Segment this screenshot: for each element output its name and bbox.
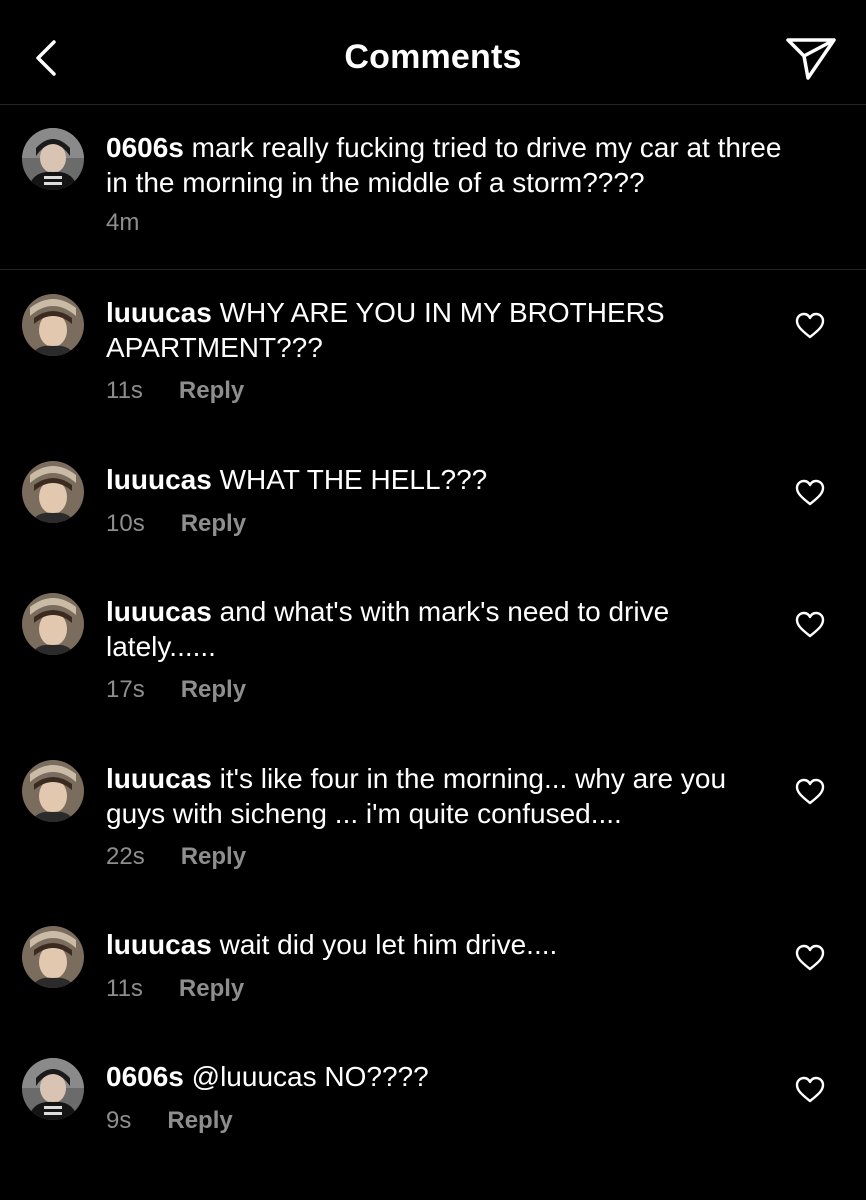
comment-text: luuucas WHY ARE YOU IN MY BROTHERS APART… xyxy=(106,295,746,365)
comment-text: luuucas and what's with mark's need to d… xyxy=(106,594,746,664)
caption-text: 0606s mark really fucking tried to drive… xyxy=(106,130,806,200)
comment-timestamp: 9s xyxy=(106,1107,132,1134)
avatar[interactable] xyxy=(22,593,84,655)
avatar[interactable] xyxy=(22,926,84,988)
comment-item: luuucas and what's with mark's need to d… xyxy=(0,569,866,729)
comment-body: WHAT THE HELL??? xyxy=(219,464,488,495)
comment-timestamp: 22s xyxy=(106,843,145,870)
comment-meta: 9s Reply xyxy=(106,1107,233,1135)
comment-meta: 10s Reply xyxy=(106,510,246,538)
comment-item: luuucas WHY ARE YOU IN MY BROTHERS APART… xyxy=(0,270,866,430)
comment-text: 0606s @luuucas NO???? xyxy=(106,1059,746,1094)
page-title: Comments xyxy=(344,38,522,76)
avatar[interactable] xyxy=(22,128,84,190)
comment-timestamp: 11s xyxy=(106,377,143,404)
comment-meta: 22s Reply xyxy=(106,843,246,871)
share-paper-plane-icon[interactable] xyxy=(784,34,838,82)
avatar[interactable] xyxy=(22,294,84,356)
comment-username[interactable]: luuucas xyxy=(106,929,212,960)
comment-timestamp: 10s xyxy=(106,510,145,537)
caption-timestamp: 4m xyxy=(106,209,140,236)
comment-username[interactable]: luuucas xyxy=(106,297,212,328)
comment-meta: 11s Reply xyxy=(106,975,244,1003)
caption-meta: 4m xyxy=(106,209,139,237)
like-heart-icon[interactable] xyxy=(795,312,825,340)
comment-timestamp: 17s xyxy=(106,676,145,703)
reply-button[interactable]: Reply xyxy=(181,510,246,538)
comment-item: luuucas WHAT THE HELL??? 10s Reply xyxy=(0,437,866,567)
comment-text: luuucas WHAT THE HELL??? xyxy=(106,462,746,497)
header-bar: Comments xyxy=(0,0,866,105)
comment-item: 0606s @luuucas NO???? 9s Reply xyxy=(0,1034,866,1164)
avatar[interactable] xyxy=(22,760,84,822)
comment-body: wait did you let him drive.... xyxy=(219,929,558,960)
like-heart-icon[interactable] xyxy=(795,611,825,639)
post-caption: 0606s mark really fucking tried to drive… xyxy=(0,105,866,270)
comment-username[interactable]: luuucas xyxy=(106,464,212,495)
comment-text: luuucas it's like four in the morning...… xyxy=(106,761,746,831)
comment-username[interactable]: luuucas xyxy=(106,763,212,794)
comment-meta: 17s Reply xyxy=(106,676,246,704)
reply-button[interactable]: Reply xyxy=(181,843,246,871)
caption-body: mark really fucking tried to drive my ca… xyxy=(106,132,782,198)
comment-meta: 11s Reply xyxy=(106,377,244,405)
avatar[interactable] xyxy=(22,1058,84,1120)
comment-item: luuucas it's like four in the morning...… xyxy=(0,736,866,896)
like-heart-icon[interactable] xyxy=(795,479,825,507)
comment-username[interactable]: 0606s xyxy=(106,1061,184,1092)
caption-username[interactable]: 0606s xyxy=(106,132,184,163)
avatar[interactable] xyxy=(22,461,84,523)
comment-timestamp: 11s xyxy=(106,975,143,1002)
like-heart-icon[interactable] xyxy=(795,778,825,806)
reply-button[interactable]: Reply xyxy=(179,975,244,1003)
comment-body: @luuucas NO???? xyxy=(191,1061,429,1092)
comment-item: luuucas wait did you let him drive.... 1… xyxy=(0,902,866,1032)
like-heart-icon[interactable] xyxy=(795,1076,825,1104)
reply-button[interactable]: Reply xyxy=(167,1107,232,1135)
comment-username[interactable]: luuucas xyxy=(106,596,212,627)
reply-button[interactable]: Reply xyxy=(179,377,244,405)
comment-text: luuucas wait did you let him drive.... xyxy=(106,927,746,962)
like-heart-icon[interactable] xyxy=(795,944,825,972)
reply-button[interactable]: Reply xyxy=(181,676,246,704)
